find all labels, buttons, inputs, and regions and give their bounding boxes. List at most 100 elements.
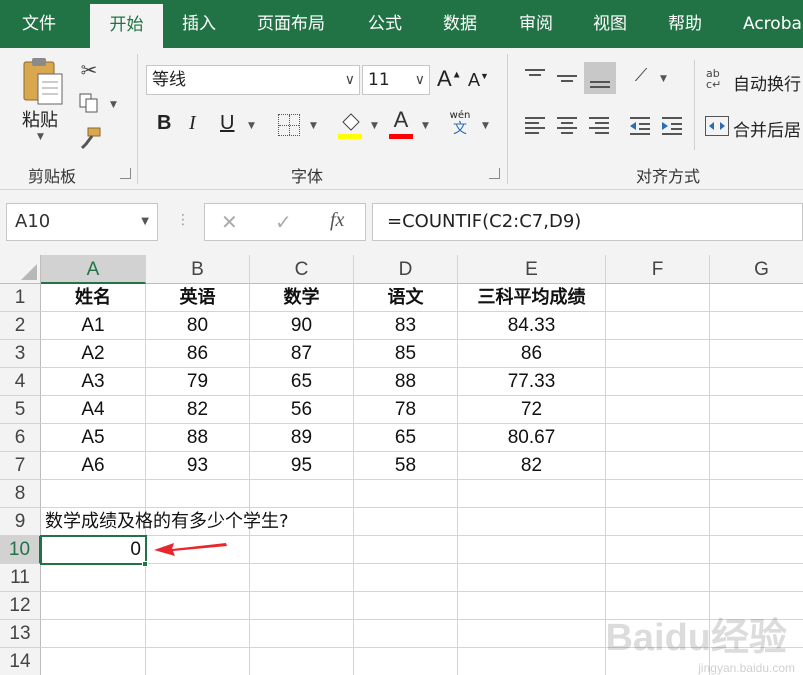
column-header-c[interactable]: C xyxy=(250,255,354,284)
empty-cell[interactable] xyxy=(354,480,458,508)
empty-cell[interactable] xyxy=(250,536,354,564)
cell-b6[interactable]: 88 xyxy=(146,424,250,452)
paste-icon[interactable] xyxy=(20,56,66,106)
empty-cell[interactable] xyxy=(41,564,146,592)
shrink-font-button[interactable]: A▼ xyxy=(468,70,489,91)
empty-cell[interactable] xyxy=(606,312,710,340)
empty-cell[interactable] xyxy=(354,536,458,564)
empty-cell[interactable] xyxy=(354,592,458,620)
cell-d2[interactable]: 83 xyxy=(354,312,458,340)
empty-cell[interactable] xyxy=(146,564,250,592)
formula-input[interactable]: =COUNTIF(C2:C7,D9) xyxy=(372,203,803,241)
empty-cell[interactable] xyxy=(41,648,146,675)
tab-data[interactable]: 数据 xyxy=(443,0,477,48)
cell-e4[interactable]: 77.33 xyxy=(458,368,606,396)
empty-cell[interactable] xyxy=(41,480,146,508)
name-box-dropdown-icon[interactable]: ▼ xyxy=(141,204,149,240)
tab-home[interactable]: 开始 xyxy=(90,4,163,48)
align-right-icon[interactable] xyxy=(586,114,612,138)
empty-cell[interactable] xyxy=(146,620,250,648)
column-header-a[interactable]: A xyxy=(41,255,146,284)
tab-help[interactable]: 帮助 xyxy=(668,0,702,48)
column-header-e[interactable]: E xyxy=(458,255,606,284)
empty-cell[interactable] xyxy=(606,564,710,592)
empty-cell[interactable] xyxy=(250,620,354,648)
cell-a5[interactable]: A4 xyxy=(41,396,146,424)
format-painter-icon[interactable] xyxy=(78,126,102,150)
decrease-indent-icon[interactable] xyxy=(627,114,653,138)
copy-dropdown-icon[interactable]: ▼ xyxy=(110,100,117,110)
row-header-11[interactable]: 11 xyxy=(0,564,41,592)
font-color-dropdown-icon[interactable]: ▼ xyxy=(422,121,429,131)
row-header-14[interactable]: 14 xyxy=(0,648,41,675)
empty-cell[interactable] xyxy=(354,564,458,592)
cell-d3[interactable]: 85 xyxy=(354,340,458,368)
cell-d7[interactable]: 58 xyxy=(354,452,458,480)
empty-cell[interactable] xyxy=(710,284,803,312)
empty-cell[interactable] xyxy=(250,480,354,508)
row-header-1[interactable]: 1 xyxy=(0,284,41,312)
column-header-f[interactable]: F xyxy=(606,255,710,284)
empty-cell[interactable] xyxy=(146,648,250,675)
borders-dropdown-icon[interactable]: ▼ xyxy=(310,121,317,131)
tab-insert[interactable]: 插入 xyxy=(182,0,216,48)
cell-a3[interactable]: A2 xyxy=(41,340,146,368)
align-bottom-icon[interactable] xyxy=(584,62,616,94)
align-middle-icon[interactable] xyxy=(554,66,580,90)
align-top-icon[interactable] xyxy=(522,66,548,90)
cell-e1[interactable]: 三科平均成绩 xyxy=(458,284,606,312)
fill-color-dropdown-icon[interactable]: ▼ xyxy=(371,121,378,131)
orientation-dropdown-icon[interactable]: ▼ xyxy=(660,74,667,84)
underline-dropdown-icon[interactable]: ▼ xyxy=(248,121,255,131)
cell-b3[interactable]: 86 xyxy=(146,340,250,368)
empty-cell[interactable] xyxy=(710,368,803,396)
cell-d6[interactable]: 65 xyxy=(354,424,458,452)
bold-button[interactable]: B xyxy=(157,112,171,135)
font-size-combo[interactable]: 11 ∨ xyxy=(362,65,430,95)
cell-e2[interactable]: 84.33 xyxy=(458,312,606,340)
cell-e7[interactable]: 82 xyxy=(458,452,606,480)
font-name-combo[interactable]: 等线 ∨ xyxy=(146,65,360,95)
cell-e3[interactable]: 86 xyxy=(458,340,606,368)
cell-e5[interactable]: 72 xyxy=(458,396,606,424)
row-header-3[interactable]: 3 xyxy=(0,340,41,368)
more-options-icon[interactable]: ⋮ xyxy=(176,212,190,228)
tab-review[interactable]: 审阅 xyxy=(519,0,553,48)
empty-cell[interactable] xyxy=(41,620,146,648)
empty-cell[interactable] xyxy=(458,480,606,508)
row-header-4[interactable]: 4 xyxy=(0,368,41,396)
empty-cell[interactable] xyxy=(710,564,803,592)
cell-b2[interactable]: 80 xyxy=(146,312,250,340)
cell-b4[interactable]: 79 xyxy=(146,368,250,396)
insert-function-icon[interactable]: fx xyxy=(330,209,344,232)
row-header-5[interactable]: 5 xyxy=(0,396,41,424)
empty-cell[interactable] xyxy=(458,508,606,536)
empty-cell[interactable] xyxy=(606,424,710,452)
align-left-icon[interactable] xyxy=(522,114,548,138)
cell-d1[interactable]: 语文 xyxy=(354,284,458,312)
empty-cell[interactable] xyxy=(354,508,458,536)
row-header-7[interactable]: 7 xyxy=(0,452,41,480)
empty-cell[interactable] xyxy=(146,480,250,508)
merge-center-button[interactable]: 合并后居 xyxy=(733,116,801,141)
italic-button[interactable]: I xyxy=(189,112,196,135)
tab-view[interactable]: 视图 xyxy=(593,0,627,48)
row-header-12[interactable]: 12 xyxy=(0,592,41,620)
empty-cell[interactable] xyxy=(250,592,354,620)
cell-a7[interactable]: A6 xyxy=(41,452,146,480)
cell-a6[interactable]: A5 xyxy=(41,424,146,452)
cell-d5[interactable]: 78 xyxy=(354,396,458,424)
chevron-down-icon[interactable]: ∨ xyxy=(345,66,355,94)
cell-c5[interactable]: 56 xyxy=(250,396,354,424)
cell-e6[interactable]: 80.67 xyxy=(458,424,606,452)
empty-cell[interactable] xyxy=(354,620,458,648)
wrap-text-icon[interactable]: ab c↵ xyxy=(706,68,730,92)
empty-cell[interactable] xyxy=(606,396,710,424)
empty-cell[interactable] xyxy=(710,536,803,564)
cell-b5[interactable]: 82 xyxy=(146,396,250,424)
cell-a2[interactable]: A1 xyxy=(41,312,146,340)
tab-page-layout[interactable]: 页面布局 xyxy=(257,0,325,48)
increase-indent-icon[interactable] xyxy=(659,114,685,138)
empty-cell[interactable] xyxy=(458,564,606,592)
row-header-8[interactable]: 8 xyxy=(0,480,41,508)
